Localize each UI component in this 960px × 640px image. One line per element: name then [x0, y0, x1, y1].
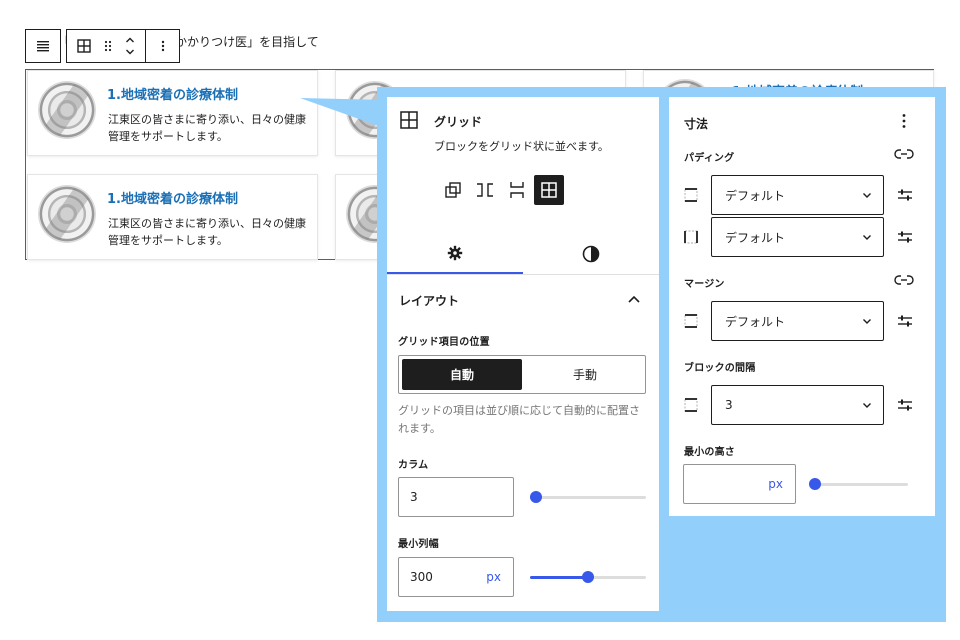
card-description: 江東区の皆さまに寄り添い、日々の健康管理をサポートします。 — [108, 113, 306, 143]
margin-select[interactable]: デフォルト — [711, 301, 884, 341]
custom-value-icon[interactable] — [896, 228, 914, 246]
padding-vertical-value: デフォルト — [725, 188, 786, 203]
move-up-down-icon — [126, 37, 134, 55]
variation-group-button[interactable] — [438, 175, 468, 205]
margin-vertical-icon — [684, 314, 698, 328]
layout-section-title: レイアウト — [399, 294, 460, 308]
variation-row-button[interactable] — [470, 175, 500, 205]
columns-input-value: 3 — [410, 490, 418, 504]
chevron-up-icon[interactable] — [628, 295, 640, 303]
margin-label: マージン — [684, 279, 725, 290]
list-view-icon — [37, 41, 49, 52]
grid-position-help-text: グリッドの項目は並び順に応じて自動的に配置されます。 — [398, 404, 640, 435]
margin-value: デフォルト — [725, 314, 786, 329]
min-height-label: 最小の高さ — [684, 447, 735, 458]
block-title: グリッド — [434, 115, 483, 129]
contrast-icon — [582, 245, 600, 263]
auto-option-button[interactable]: 自動 — [402, 359, 522, 390]
row-icon — [477, 183, 493, 197]
custom-value-icon[interactable] — [896, 312, 914, 330]
padding-label: パディング — [684, 153, 735, 164]
unlink-icon[interactable] — [894, 274, 914, 286]
grid-item-position-toggle: 自動 手動 — [398, 355, 646, 394]
chevron-down-icon — [863, 235, 871, 240]
more-options-icon — [161, 40, 164, 52]
card-description: 江東区の皆さまに寄り添い、日々の健康管理をサポートします。 — [108, 217, 306, 247]
min-column-width-unit[interactable]: px — [486, 570, 501, 584]
padding-horizontal-icon — [684, 230, 698, 244]
dimensions-title: 寸法 — [684, 117, 709, 131]
more-options-icon[interactable] — [902, 113, 906, 129]
grid-icon — [400, 111, 418, 129]
group-icon — [445, 182, 461, 198]
card-title: 1.地域密着の診療体制 — [107, 192, 238, 207]
heading-text: かかりつけ医」を目指して — [175, 35, 319, 49]
card-avatar-image — [38, 81, 96, 139]
columns-input[interactable]: 3 — [398, 477, 514, 517]
columns-slider-thumb[interactable] — [530, 491, 542, 503]
min-column-width-slider[interactable] — [530, 571, 646, 583]
drag-handle-icon — [104, 40, 112, 52]
card-avatar-image — [38, 185, 96, 243]
padding-vertical-icon — [684, 188, 698, 202]
dimensions-panel: 寸法 パディング デフォルト デフォルト マージン デフォルト ブロックの間隔 … — [669, 97, 935, 516]
grid-card[interactable]: 1.地域密着の診療体制 江東区の皆さまに寄り添い、日々の健康管理をサポートします… — [27, 70, 318, 156]
more-options-button[interactable] — [146, 30, 179, 62]
min-height-slider-thumb[interactable] — [809, 478, 821, 490]
min-column-width-value: 300 — [410, 570, 433, 584]
card-title: 1.地域密着の診療体制 — [107, 88, 238, 103]
grid-item-position-label: グリッド項目の位置 — [398, 337, 490, 348]
block-description: ブロックをグリッド状に並べます。 — [434, 140, 609, 153]
block-gap-value: 3 — [725, 398, 733, 412]
unlink-icon[interactable] — [894, 148, 914, 160]
min-height-input[interactable]: px — [683, 464, 796, 504]
grid-icon — [541, 182, 557, 198]
chevron-down-icon — [863, 193, 871, 198]
grid-icon — [77, 39, 91, 53]
drag-handle[interactable] — [101, 30, 115, 62]
min-column-width-slider-fill — [530, 576, 588, 579]
list-view-button[interactable] — [25, 29, 61, 63]
columns-label: カラム — [398, 460, 429, 471]
min-column-width-input[interactable]: 300 px — [398, 557, 514, 597]
custom-value-icon[interactable] — [896, 186, 914, 204]
chevron-down-icon — [863, 403, 871, 408]
block-gap-label: ブロックの間隔 — [684, 363, 756, 374]
chevron-down-icon — [863, 319, 871, 324]
tabs-divider — [387, 274, 659, 275]
move-up-down-button[interactable] — [115, 30, 145, 62]
min-height-unit[interactable]: px — [768, 477, 783, 491]
gear-icon — [447, 245, 463, 261]
grid-settings-panel: グリッド ブロックをグリッド状に並べます。 レイアウト グリッド項目の位置 自動… — [387, 97, 659, 611]
block-gap-select[interactable]: 3 — [711, 385, 884, 425]
min-column-width-label: 最小列幅 — [398, 539, 439, 550]
variation-grid-button[interactable] — [534, 175, 564, 205]
columns-slider[interactable] — [530, 491, 646, 503]
block-toolbar — [66, 29, 180, 63]
custom-value-icon[interactable] — [896, 396, 914, 414]
block-type-button[interactable] — [67, 30, 101, 62]
block-gap-icon — [684, 398, 698, 412]
variation-stack-button[interactable] — [502, 175, 532, 205]
padding-horizontal-value: デフォルト — [725, 230, 786, 245]
padding-vertical-select[interactable]: デフォルト — [711, 175, 884, 215]
stack-icon — [510, 182, 524, 198]
min-column-width-slider-thumb[interactable] — [582, 571, 594, 583]
min-height-slider[interactable] — [809, 478, 908, 490]
tab-styles[interactable] — [523, 234, 659, 274]
padding-horizontal-select[interactable]: デフォルト — [711, 217, 884, 257]
manual-option-button[interactable]: 手動 — [525, 359, 645, 390]
grid-card[interactable]: 1.地域密着の診療体制 江東区の皆さまに寄り添い、日々の健康管理をサポートします… — [27, 174, 318, 260]
tab-settings[interactable] — [387, 234, 523, 274]
